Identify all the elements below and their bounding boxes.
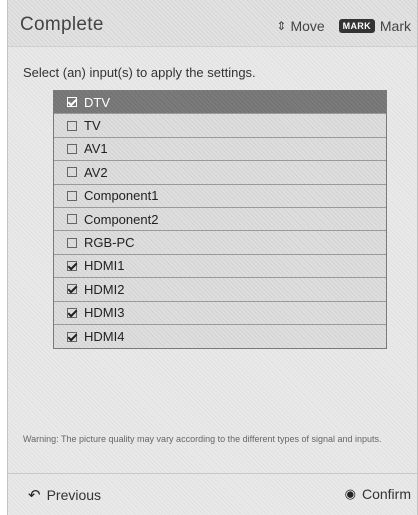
checkbox-unchecked-icon[interactable] bbox=[67, 214, 77, 225]
previous-label: Previous bbox=[46, 487, 102, 503]
input-item[interactable]: HDMI2 bbox=[54, 278, 386, 302]
dialog-title: Complete bbox=[20, 14, 104, 35]
dialog-header: Complete ⇕ Move MARK Mark bbox=[8, 0, 417, 47]
input-item-label: Component2 bbox=[84, 211, 159, 227]
input-item-label: DTV bbox=[84, 94, 110, 110]
input-item[interactable]: HDMI3 bbox=[54, 301, 386, 325]
checkbox-checked-icon[interactable] bbox=[67, 331, 77, 342]
input-item[interactable]: AV2 bbox=[54, 161, 386, 185]
checkbox-checked-icon[interactable] bbox=[67, 97, 77, 108]
input-item-label: RGB-PC bbox=[84, 235, 135, 251]
input-item[interactable]: HDMI4 bbox=[54, 324, 386, 349]
back-arrow-icon: ↶ bbox=[28, 487, 41, 504]
checkbox-checked-icon[interactable] bbox=[67, 284, 77, 295]
checkbox-unchecked-icon[interactable] bbox=[67, 190, 77, 201]
mark-button-badge: MARK bbox=[338, 19, 375, 33]
checkbox-checked-icon[interactable] bbox=[67, 307, 77, 318]
input-item[interactable]: Component2 bbox=[54, 207, 386, 232]
input-list: DTV TV AV1 AV2 Component1 Component2 RGB-PC HDM… bbox=[53, 90, 387, 350]
input-item-label: HDMI3 bbox=[84, 305, 125, 321]
input-item[interactable]: AV1 bbox=[54, 137, 386, 162]
warning-text: Warning: The picture quality may vary ac… bbox=[23, 434, 382, 444]
previous-button[interactable]: ↶ Previous bbox=[28, 486, 101, 504]
ok-button-icon: ◉ bbox=[344, 486, 356, 501]
move-hint-label: Move bbox=[290, 18, 325, 34]
input-item[interactable]: TV bbox=[54, 114, 386, 138]
input-item-label: HDMI1 bbox=[84, 258, 125, 274]
input-item[interactable]: HDMI1 bbox=[54, 254, 386, 279]
dialog-footer: ↶ Previous ◉ Confirm bbox=[8, 474, 417, 515]
confirm-button[interactable]: ◉ Confirm bbox=[345, 486, 411, 502]
input-item-label: AV2 bbox=[84, 164, 108, 180]
input-item-label: TV bbox=[84, 118, 101, 134]
input-settings-dialog: Complete ⇕ Move MARK Mark Select (an) in… bbox=[7, 0, 418, 515]
input-item-label: AV1 bbox=[84, 141, 108, 157]
checkbox-unchecked-icon[interactable] bbox=[67, 143, 77, 154]
checkbox-unchecked-icon[interactable] bbox=[67, 167, 77, 178]
checkbox-unchecked-icon[interactable] bbox=[67, 237, 77, 248]
input-item-label: HDMI2 bbox=[84, 281, 125, 297]
input-item[interactable]: Component1 bbox=[54, 184, 386, 208]
checkbox-checked-icon[interactable] bbox=[67, 260, 77, 271]
input-item[interactable]: RGB-PC bbox=[54, 231, 386, 255]
input-item-label: Component1 bbox=[84, 188, 159, 204]
input-item[interactable]: DTV bbox=[54, 91, 386, 115]
instruction-text: Select (an) input(s) to apply the settin… bbox=[23, 65, 256, 80]
mark-hint-label: Mark bbox=[379, 18, 411, 34]
up-down-arrow-icon: ⇕ bbox=[276, 19, 287, 33]
checkbox-unchecked-icon[interactable] bbox=[67, 120, 77, 131]
header-hints: ⇕ Move MARK Mark bbox=[276, 18, 411, 34]
input-item-label: HDMI4 bbox=[84, 329, 125, 345]
confirm-label: Confirm bbox=[361, 486, 411, 502]
